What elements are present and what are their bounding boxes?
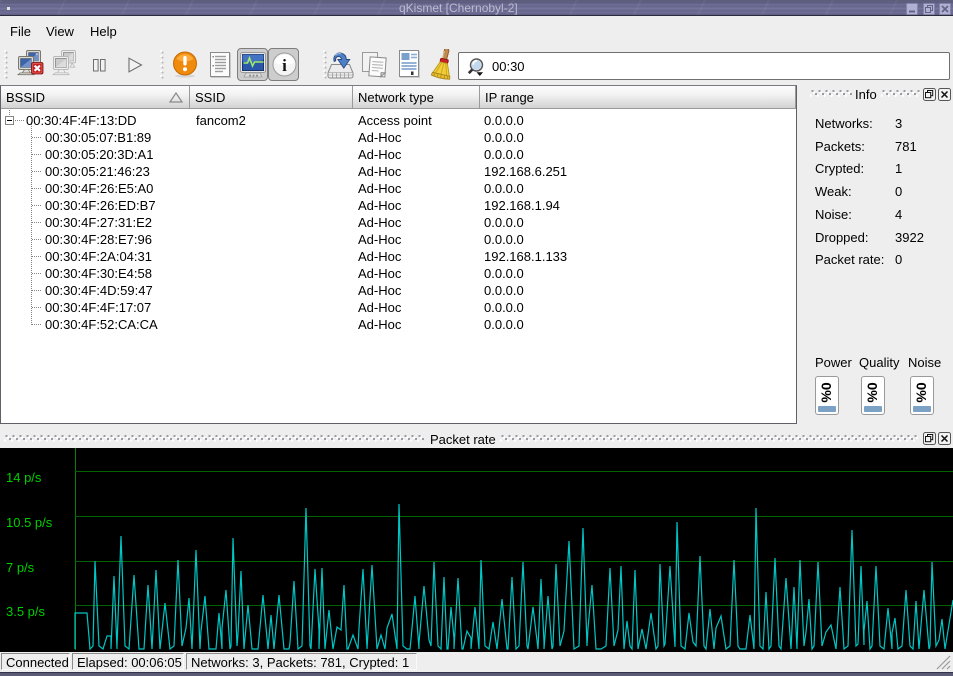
svg-text:i: i bbox=[282, 56, 287, 75]
